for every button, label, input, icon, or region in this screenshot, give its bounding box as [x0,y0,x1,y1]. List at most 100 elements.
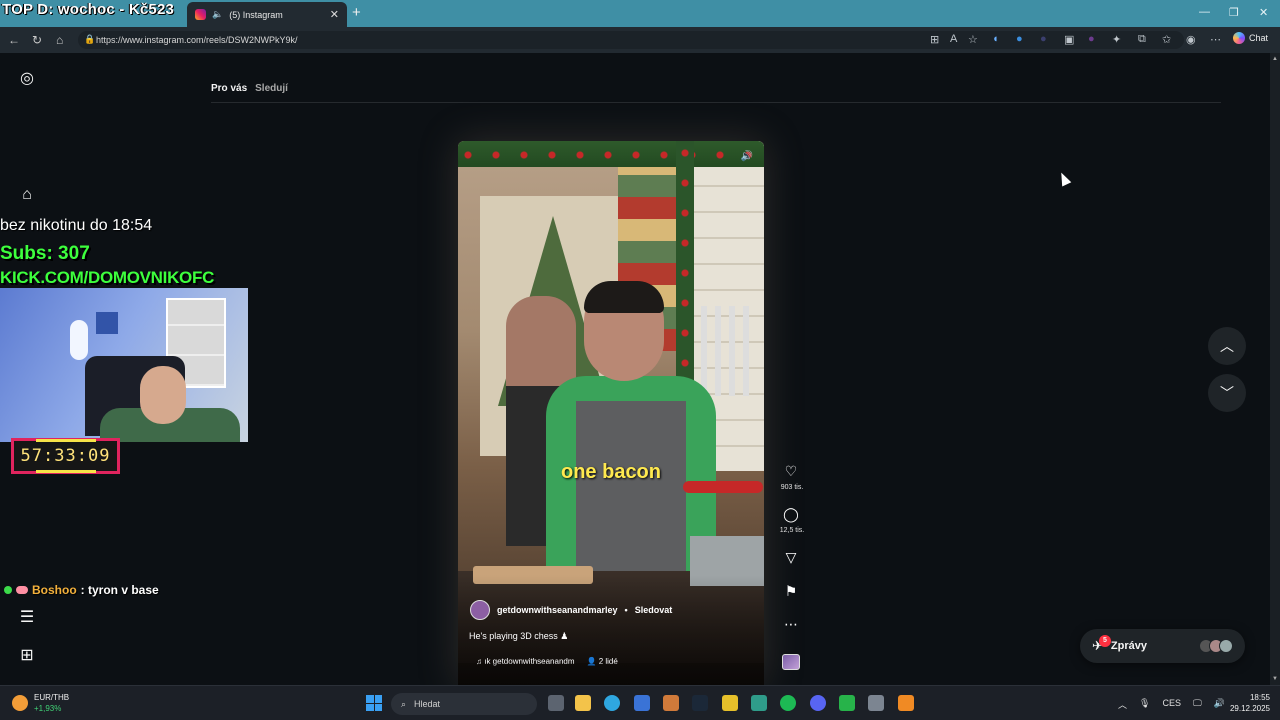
browser-tab-instagram[interactable]: 🔈 (5) Instagram ✕ [187,2,347,27]
home-icon[interactable]: ⌂ [56,33,63,47]
divider [211,102,1221,103]
calculator-icon[interactable] [868,695,884,711]
messages-badge: 5 [1099,635,1111,647]
reel-author: getdownwithseanandmarley • Sledovat [470,600,672,620]
author-avatar[interactable] [470,600,490,620]
more-menu-icon[interactable]: ⋯ [1210,33,1221,46]
url-text: https://www.instagram.com/reels/DSW2NWPk… [96,35,298,45]
favorite-star-icon[interactable]: ☆ [968,33,978,46]
dot-separator: • [624,605,628,615]
profile-avatar-icon[interactable]: ◉ [1186,33,1196,46]
verified-badge-icon [4,586,12,594]
taskbar-clock[interactable]: 18:55 29.12.2025 [1226,692,1270,714]
store-icon[interactable] [634,695,650,711]
app-icon-4[interactable] [839,695,855,711]
extension-4-icon[interactable]: ▣ [1064,33,1074,46]
author-name[interactable]: getdownwithseanandmarley [497,605,618,615]
share-icon[interactable]: ▽ [778,549,804,566]
new-tab-button[interactable]: + [352,4,361,21]
speaker-icon[interactable]: 🔈 [212,9,223,20]
instagram-logo-icon[interactable]: ◎ [18,68,36,87]
chat-text: : tyron v base [80,583,159,597]
audio-thumbnail[interactable] [782,654,800,670]
taskbar-widget[interactable]: EUR/THB +1,93% [12,692,69,714]
comment-count: 12,5 tis. [779,527,805,534]
more-options-icon[interactable]: ⋯ [778,616,804,633]
like-heart-icon[interactable]: ♡ [778,463,804,480]
app-icon-3[interactable] [751,695,767,711]
back-icon[interactable]: ← [8,33,20,47]
copilot-chat-button[interactable]: Chat [1233,32,1268,44]
file-explorer-icon[interactable] [575,695,591,711]
read-aloud-icon[interactable]: A [950,33,957,45]
menu-icon[interactable]: ☰ [18,607,36,626]
timer-value: 57:33:09 [20,446,111,466]
scroll-up-arrow-icon[interactable]: ▲ [1272,56,1278,62]
clock-time: 18:55 [1249,693,1270,702]
comment-icon[interactable]: ◯ [778,506,804,523]
close-tab-icon[interactable]: ✕ [330,8,339,21]
copilot-icon [1233,32,1245,44]
home-nav-icon[interactable]: ⌂ [18,186,36,204]
network-icon[interactable]: 🖵 [1193,698,1202,711]
search-icon: ⌕ [401,698,407,709]
edge-browser-icon[interactable] [604,695,620,711]
reels-feed-tabs: Pro vás Sledují [211,83,288,94]
extension-2-icon[interactable]: ● [1016,33,1023,45]
previous-reel-chevron-up-icon[interactable]: ︿ [1208,327,1246,365]
favorites-icon[interactable]: ✩ [1162,33,1171,46]
volume-icon[interactable]: 🔊 [1214,698,1225,711]
tray-chevron-up-icon[interactable]: ︿ [1118,698,1127,711]
also-from-meta-icon[interactable]: ⊞ [18,645,36,664]
spotify-icon[interactable] [780,695,796,711]
scroll-down-arrow-icon[interactable]: ▼ [1272,676,1278,682]
streamer-webcam [0,288,248,442]
app-icon-5[interactable] [898,695,914,711]
split-screen-icon[interactable]: ⧉ [1138,33,1146,46]
steam-icon[interactable] [692,695,708,711]
extension-5-icon[interactable]: ● [1088,33,1095,45]
taskbar-search[interactable]: ⌕ Hledat [391,693,537,715]
finance-widget-icon [12,695,28,711]
message-avatars [1199,639,1233,653]
task-view-icon[interactable] [548,695,564,711]
clock-date: 29.12.2025 [1229,704,1270,713]
overlay-nicotine-text: bez nikotinu do 18:54 [0,217,153,234]
save-bookmark-icon[interactable]: ⚑ [778,583,804,600]
refresh-icon[interactable]: ↻ [32,33,42,47]
overlay-subs-count: Subs: 307 [0,243,90,264]
site-info-icon[interactable]: 🔒 [84,34,95,45]
extension-1-icon[interactable]: ◖ [992,33,999,45]
app-icon-1[interactable] [663,695,679,711]
reel-video[interactable]: one bacon 🔊 getdownwithseanandmarley • S… [458,141,764,685]
like-count: 903 tis. [780,484,804,491]
chat-username: Boshoo [32,583,77,597]
widget-change: +1,93% [34,704,62,713]
extensions-icon[interactable]: ✦ [1112,33,1121,46]
app-available-icon[interactable]: ⊞ [930,33,939,46]
tab-title: (5) Instagram [229,9,283,20]
chat-label: Chat [1249,33,1269,43]
next-reel-chevron-down-icon[interactable]: ﹀ [1208,374,1246,412]
follow-button[interactable]: Sledovat [635,605,673,615]
language-indicator[interactable]: CES [1162,698,1181,711]
page-scrollbar[interactable]: ▲ ▼ [1270,53,1280,685]
widget-title: EUR/THB [34,693,70,702]
tab-for-you[interactable]: Pro vás [211,83,247,94]
extension-3-icon[interactable]: ● [1040,33,1047,45]
microphone-icon[interactable]: 🎙 [1139,698,1150,711]
tab-following[interactable]: Sledují [255,83,288,94]
discord-icon[interactable] [810,695,826,711]
instagram-favicon-icon [195,9,206,20]
mute-toggle-icon[interactable]: 🔊 [739,151,755,165]
minimize-button[interactable]: — [1199,6,1210,18]
app-icon-2[interactable] [722,695,738,711]
overlay-chat-message: Boshoo : tyron v base [4,583,159,597]
video-subtitle: one bacon [560,461,661,483]
close-window-button[interactable]: ✕ [1259,6,1268,19]
messages-label: Zprávy [1110,640,1147,652]
maximize-button[interactable]: ❐ [1229,6,1239,19]
start-windows-icon[interactable] [366,695,382,711]
reel-description[interactable]: He's playing 3D chess ♟ [469,631,568,642]
messages-button[interactable]: ✈ 5 Zprávy [1080,629,1245,663]
